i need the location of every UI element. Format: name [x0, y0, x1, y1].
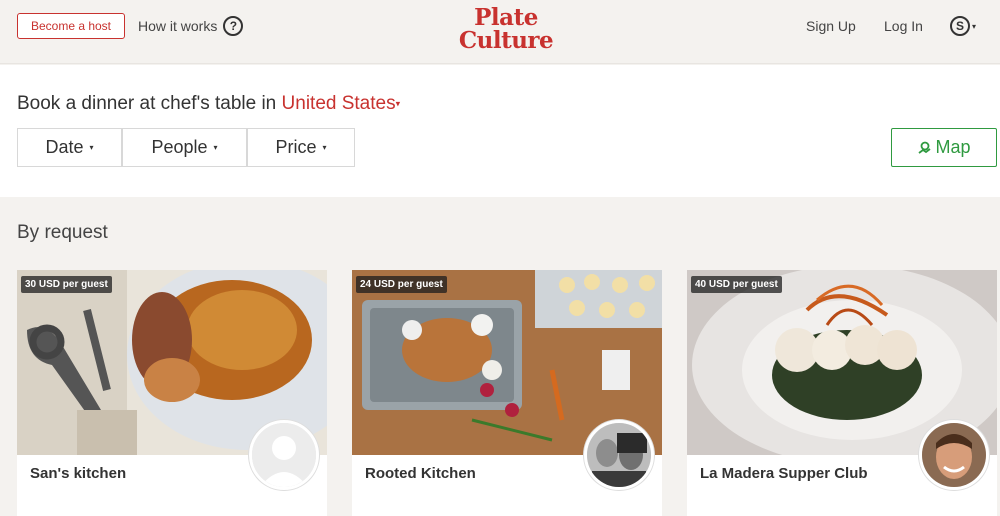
currency-selector[interactable]: S ▾: [950, 16, 976, 36]
price-badge: 24 USD per guest: [356, 276, 447, 293]
top-header: Become a host How it works ? Plate Cultu…: [0, 0, 1000, 64]
chevron-down-icon: ▾: [89, 143, 94, 152]
search-panel: Book a dinner at chef's table in United …: [0, 65, 1000, 197]
listing-card[interactable]: 24 USD per guest Rooted Kitchen: [352, 270, 662, 516]
people-filter[interactable]: People ▾: [122, 128, 247, 167]
logo-line-2: Culture: [458, 27, 554, 54]
chevron-down-icon[interactable]: ▾: [396, 98, 401, 108]
map-button[interactable]: Map: [891, 128, 997, 167]
date-filter-label: Date: [45, 137, 84, 157]
map-button-label: Map: [935, 137, 971, 157]
default-avatar-icon: [252, 423, 316, 487]
become-host-button[interactable]: Become a host: [17, 13, 125, 39]
price-filter-label: Price: [275, 137, 317, 157]
listing-title[interactable]: La Madera Supper Club: [700, 465, 868, 482]
log-in-link[interactable]: Log In: [884, 18, 923, 34]
price-filter[interactable]: Price ▾: [247, 128, 355, 167]
price-badge: 30 USD per guest: [21, 276, 112, 293]
how-it-works-link[interactable]: How it works ?: [138, 16, 244, 36]
host-avatar[interactable]: [919, 420, 989, 490]
host-avatar[interactable]: [584, 420, 654, 490]
map-pin-icon: [918, 141, 932, 154]
currency-icon: S: [950, 16, 970, 36]
logo-line-1: Plate: [474, 4, 538, 31]
listing-title[interactable]: Rooted Kitchen: [365, 465, 476, 482]
chevron-down-icon: ▾: [322, 143, 327, 152]
listing-title[interactable]: San's kitchen: [30, 465, 126, 482]
section-title: By request: [17, 222, 108, 243]
sign-up-link[interactable]: Sign Up: [806, 18, 856, 34]
how-it-works-label: How it works: [138, 18, 218, 34]
page-headline: Book a dinner at chef's table in United …: [17, 93, 400, 115]
date-filter[interactable]: Date ▾: [17, 128, 122, 167]
people-filter-label: People: [151, 137, 208, 157]
plateculture-logo[interactable]: Plate Culture: [450, 6, 562, 52]
country-selector[interactable]: United States: [282, 93, 396, 114]
listing-card[interactable]: 40 USD per guest La Madera Supper Club: [687, 270, 997, 516]
chevron-down-icon: ▾: [213, 143, 218, 152]
host-photo: [587, 423, 651, 487]
listing-card[interactable]: 30 USD per guest San's kitchen: [17, 270, 327, 516]
chevron-down-icon: ▾: [972, 21, 977, 31]
price-badge: 40 USD per guest: [691, 276, 782, 293]
help-icon: ?: [223, 16, 244, 36]
host-avatar[interactable]: [249, 420, 319, 490]
host-photo: [922, 423, 986, 487]
headline-text: Book a dinner at chef's table in: [17, 93, 277, 114]
